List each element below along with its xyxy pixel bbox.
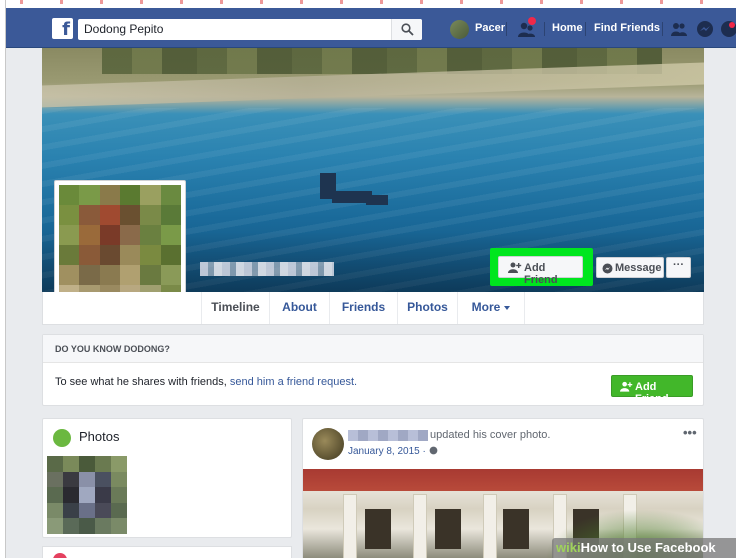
profile-picture[interactable] xyxy=(54,180,186,310)
nav-divider xyxy=(506,22,507,36)
find-friends-link[interactable]: Find Friends xyxy=(594,22,660,34)
window-top-edge xyxy=(0,0,736,8)
next-card xyxy=(42,546,292,558)
tab-timeline[interactable]: Timeline xyxy=(201,292,270,324)
message-button[interactable]: Message xyxy=(596,257,664,278)
tab-friends[interactable]: Friends xyxy=(330,292,398,324)
tab-photos[interactable]: Photos xyxy=(398,292,458,324)
do-you-know-card: DO YOU KNOW DODONG? To see what he share… xyxy=(42,334,704,406)
nav-divider xyxy=(544,22,545,36)
globe-icon[interactable] xyxy=(720,20,736,38)
profile-name-blurred xyxy=(200,262,334,276)
add-friend-icon xyxy=(508,262,522,273)
tab-more[interactable]: More xyxy=(458,292,525,324)
search-input[interactable]: Dodong Pepito xyxy=(84,22,163,36)
add-friend-button[interactable]: Add Friend xyxy=(498,256,583,286)
photos-card: Photos xyxy=(42,418,292,538)
search-icon xyxy=(401,23,414,36)
post-menu-button[interactable]: ••• xyxy=(683,425,697,440)
message-icon xyxy=(602,263,613,274)
window-left-edge xyxy=(0,0,6,558)
facebook-logo-icon[interactable]: f xyxy=(52,18,73,39)
post-author-blurred[interactable] xyxy=(348,430,428,441)
cover-update-post: updated his cover photo. January 8, 2015… xyxy=(302,418,704,558)
add-friend-label: Add Friend xyxy=(524,262,558,286)
photos-title[interactable]: Photos xyxy=(79,429,119,444)
add-friend-green-button[interactable]: Add Friend xyxy=(611,375,693,405)
swimmer-figure xyxy=(318,173,398,213)
friends-icon[interactable] xyxy=(670,20,688,38)
chevron-down-icon xyxy=(504,305,511,310)
public-globe-icon xyxy=(429,446,437,455)
messenger-icon[interactable] xyxy=(696,20,714,38)
instagram-icon xyxy=(53,553,67,558)
search-button[interactable] xyxy=(391,19,422,40)
wikihow-watermark: wikiHow to Use Facebook xyxy=(552,538,736,558)
more-options-button[interactable]: ··· xyxy=(666,257,691,278)
photo-thumbnail[interactable] xyxy=(47,456,127,534)
do-you-know-title: DO YOU KNOW DODONG? xyxy=(55,344,170,354)
post-action-text: updated his cover photo. xyxy=(430,429,551,441)
do-you-know-text: To see what he shares with friends, send… xyxy=(55,376,358,388)
facebook-top-bar: f Dodong Pepito Pacer Home Find Friends xyxy=(6,8,736,48)
nav-divider xyxy=(662,22,663,36)
user-profile-link[interactable]: Pacer xyxy=(475,22,505,34)
tab-more-label: More xyxy=(471,300,501,314)
send-friend-request-link[interactable]: send him a friend request. xyxy=(230,376,357,388)
photos-icon xyxy=(53,429,71,447)
profile-tab-bar: Timeline About Friends Photos More xyxy=(42,292,704,325)
nav-divider xyxy=(585,22,586,36)
post-avatar[interactable] xyxy=(312,428,344,460)
add-friend-icon xyxy=(620,381,633,392)
notification-badge xyxy=(528,17,536,25)
add-friend-green-label: Add Friend xyxy=(635,381,669,405)
home-link[interactable]: Home xyxy=(552,22,583,34)
post-date[interactable]: January 8, 2015 · xyxy=(348,446,438,457)
tab-about[interactable]: About xyxy=(270,292,330,324)
search-field[interactable]: Dodong Pepito xyxy=(78,19,422,40)
user-avatar[interactable] xyxy=(450,20,469,39)
message-label: Message xyxy=(615,262,662,274)
